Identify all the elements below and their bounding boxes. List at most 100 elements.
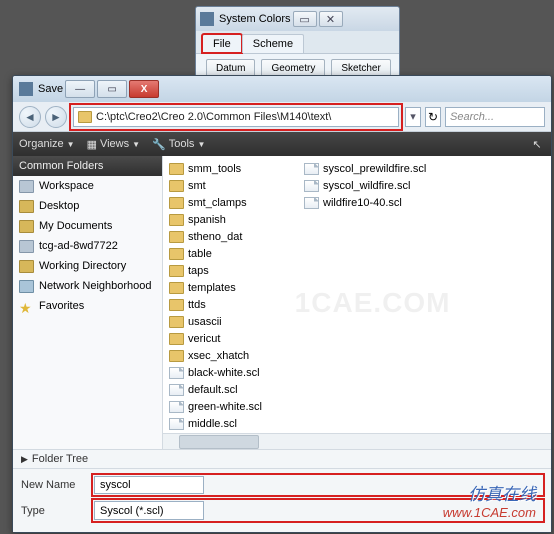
scl-file-icon (304, 180, 319, 192)
main-area: Common Folders Workspace Desktop My Docume… (13, 156, 551, 449)
sidebar-item[interactable]: Working Directory (13, 256, 162, 276)
sidebar-item-label: Favorites (39, 300, 84, 312)
sidebar-item[interactable]: Desktop (13, 196, 162, 216)
file-name: default.scl (188, 384, 238, 396)
folder-icon (19, 180, 34, 193)
folder-icon (169, 265, 184, 277)
folder-icon (19, 220, 34, 233)
file-name: syscol_prewildfire.scl (323, 163, 426, 175)
folder-icon (169, 214, 184, 226)
sidebar-header: Common Folders (13, 156, 162, 176)
chevron-down-icon: ▼ (67, 140, 75, 149)
sidebar-item[interactable]: Network Neighborhood (13, 276, 162, 296)
file-item[interactable]: default.scl (167, 381, 302, 398)
tools-menu[interactable]: 🔧 Tools ▼ (152, 138, 205, 151)
folder-icon (78, 111, 92, 123)
file-name: usascii (188, 316, 222, 328)
forward-button[interactable]: ► (45, 106, 67, 128)
sidebar-item-label: Workspace (39, 180, 94, 192)
folder-item[interactable]: vericut (167, 330, 302, 347)
sidebar-item[interactable]: My Documents (13, 216, 162, 236)
file-item[interactable]: middle.scl (167, 415, 302, 432)
close-button[interactable]: ✕ (319, 11, 343, 27)
refresh-button[interactable]: ↻ (425, 107, 441, 127)
folder-icon (169, 197, 184, 209)
sidebar-item[interactable]: ★ Favorites (13, 296, 162, 316)
folder-item[interactable]: smt (167, 177, 302, 194)
maximize-button[interactable]: ▭ (97, 80, 127, 98)
views-label: Views (100, 138, 129, 150)
tab-scheme[interactable]: Scheme (242, 34, 304, 53)
sidebar: Common Folders Workspace Desktop My Docume… (13, 156, 163, 449)
folder-item[interactable]: spanish (167, 211, 302, 228)
close-button[interactable]: X (129, 80, 159, 98)
scl-file-icon (304, 163, 319, 175)
folder-icon (169, 316, 184, 328)
system-colors-titlebar[interactable]: System Colors ▭ ✕ (196, 7, 399, 31)
brand-cn: 仿真在线 (443, 480, 536, 505)
sidebar-item[interactable]: Workspace (13, 176, 162, 196)
save-titlebar[interactable]: Save — ▭ X (13, 76, 551, 102)
tab-file[interactable]: File (202, 34, 242, 53)
file-name: syscol_wildfire.scl (323, 180, 410, 192)
scrollbar-thumb[interactable] (179, 435, 259, 449)
minimize-button[interactable]: — (65, 80, 95, 98)
folder-item[interactable]: table (167, 245, 302, 262)
folder-item[interactable]: xsec_xhatch (167, 347, 302, 364)
folder-item[interactable]: smt_clamps (167, 194, 302, 211)
app-icon (19, 82, 33, 96)
folder-icon (19, 260, 34, 273)
address-bar-row: ◄ ► C:\ptc\Creo2\Creo 2.0\Common Files\M… (13, 102, 551, 132)
maximize-button[interactable]: ▭ (293, 11, 317, 27)
views-menu[interactable]: ▦ Views ▼ (87, 138, 140, 151)
tools-label: Tools (169, 138, 195, 150)
scl-file-icon (169, 418, 184, 430)
sidebar-item[interactable]: tcg-ad-8wd7722 (13, 236, 162, 256)
folder-item[interactable]: templates (167, 279, 302, 296)
file-item[interactable]: green-white.scl (167, 398, 302, 415)
file-item[interactable]: wildfire10-40.scl (302, 194, 437, 211)
system-colors-window: System Colors ▭ ✕ File Scheme Datum Geom… (195, 6, 400, 84)
file-columns[interactable]: smm_toolssmtsmt_clampsspanishstheno_datt… (163, 156, 551, 433)
new-name-input[interactable] (94, 476, 204, 494)
file-column-1: smm_toolssmtsmt_clampsspanishstheno_datt… (167, 160, 302, 433)
file-name: vericut (188, 333, 220, 345)
address-field[interactable]: C:\ptc\Creo2\Creo 2.0\Common Files\M140\… (73, 107, 399, 127)
branding: 仿真在线 www.1CAE.com (443, 480, 536, 520)
sidebar-item-label: Network Neighborhood (39, 280, 152, 292)
file-name: smt_clamps (188, 197, 247, 209)
sidebar-item-label: tcg-ad-8wd7722 (39, 240, 118, 252)
folder-item[interactable]: stheno_dat (167, 228, 302, 245)
folder-item[interactable]: usascii (167, 313, 302, 330)
help-icon[interactable]: ↖ (529, 136, 545, 152)
folder-icon: ★ (19, 300, 34, 313)
scl-file-icon (169, 367, 184, 379)
folder-icon (19, 200, 34, 213)
folder-item[interactable]: ttds (167, 296, 302, 313)
organize-menu[interactable]: Organize ▼ (19, 138, 75, 150)
toolbar: Organize ▼ ▦ Views ▼ 🔧 Tools ▼ ↖ (13, 132, 551, 156)
scl-file-icon (304, 197, 319, 209)
file-item[interactable]: syscol_wildfire.scl (302, 177, 437, 194)
brand-url: www.1CAE.com (443, 505, 536, 520)
folder-icon (169, 350, 184, 362)
horizontal-scrollbar[interactable] (163, 433, 551, 449)
search-input[interactable]: Search... (445, 107, 545, 127)
file-item[interactable]: syscol_prewildfire.scl (302, 160, 437, 177)
file-name: templates (188, 282, 236, 294)
file-item[interactable]: black-white.scl (167, 364, 302, 381)
sidebar-item-label: Working Directory (39, 260, 126, 272)
file-name: xsec_xhatch (188, 350, 249, 362)
address-dropdown[interactable]: ▾ (405, 107, 421, 127)
folder-item[interactable]: smm_tools (167, 160, 302, 177)
type-select[interactable]: Syscol (*.scl) (94, 501, 204, 520)
folder-icon (19, 240, 34, 253)
folder-tree-toggle[interactable]: ▶ Folder Tree (13, 449, 551, 469)
file-name: taps (188, 265, 209, 277)
folder-item[interactable]: taps (167, 262, 302, 279)
folder-tree-label: Folder Tree (32, 453, 88, 465)
folder-icon (19, 280, 34, 293)
sidebar-item-label: My Documents (39, 220, 112, 232)
back-button[interactable]: ◄ (19, 106, 41, 128)
folder-icon (169, 231, 184, 243)
